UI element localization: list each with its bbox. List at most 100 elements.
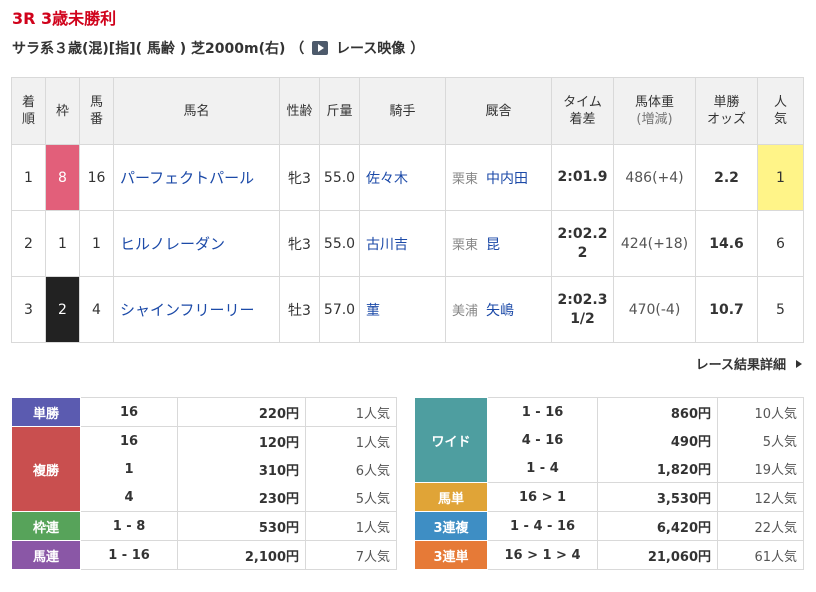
- video-play-icon[interactable]: [312, 41, 329, 55]
- bet-type-label: 複勝: [11, 426, 81, 512]
- time-cell: 2:02.3 1/2: [551, 276, 614, 343]
- margin: 1/2: [570, 310, 595, 327]
- sex-age-cell: 牡3: [279, 276, 320, 343]
- payout-popularity: 1人気: [305, 511, 397, 541]
- body-weight-cell: 486(+4): [613, 144, 696, 211]
- payout-row: ワイド 1 - 16 860円 10人気: [414, 397, 804, 483]
- header-sex-age: 性齢: [279, 77, 320, 145]
- payout-popularity: 22人気: [717, 511, 804, 541]
- payout-popularity: 7人気: [305, 540, 397, 570]
- result-row: 2 1 1 ヒルノレーダン 牝3 55.0 古川吉 栗東昆 2:02.2 2 424(+18) 14.…: [11, 210, 804, 277]
- trainer-cell: 栗東昆: [445, 210, 552, 277]
- trainer-region: 栗東: [452, 171, 479, 187]
- rank-cell: 1: [11, 144, 46, 211]
- bet-type-label: 馬連: [11, 540, 81, 570]
- payout-combination: 4 - 16: [487, 426, 598, 454]
- bet-type-label: ワイド: [414, 397, 488, 483]
- trainer-link[interactable]: 昆: [486, 237, 500, 253]
- time-cell: 2:01.9: [551, 144, 614, 211]
- payout-amount: 120円: [177, 426, 306, 455]
- payout-amount: 310円: [177, 455, 306, 483]
- payout-popularity: 61人気: [717, 540, 804, 570]
- trainer-link[interactable]: 中内田: [486, 171, 528, 187]
- payout-popularity: 10人気: [717, 397, 804, 426]
- payout-amount: 3,530円: [597, 482, 718, 512]
- jockey-link[interactable]: 古川吉: [359, 210, 446, 277]
- payout-combination: 16: [80, 426, 178, 455]
- payout-popularity: 5人気: [305, 483, 397, 512]
- weight-carried-cell: 55.0: [319, 210, 360, 277]
- waku-cell: 2: [45, 276, 80, 343]
- horse-number-cell: 1: [79, 210, 114, 277]
- body-weight-cell: 424(+18): [613, 210, 696, 277]
- rank-cell: 3: [11, 276, 46, 343]
- finish-time: 2:02.3: [557, 291, 608, 308]
- horse-name-link[interactable]: シャインフリーリー: [113, 276, 280, 343]
- race-video-link[interactable]: レース映像: [336, 41, 405, 57]
- payout-combination: 1 - 4 - 16: [487, 511, 598, 541]
- header-horse-name: 馬名: [113, 77, 280, 145]
- header-waku: 枠: [45, 77, 80, 145]
- payout-amount: 230円: [177, 483, 306, 512]
- payout-row: 枠連 1 - 8 530円 1人気: [11, 511, 397, 541]
- conditions-close: ）: [410, 41, 425, 57]
- trainer-cell: 美浦 矢嶋: [445, 276, 552, 343]
- header-time: タイム 着差: [551, 77, 614, 145]
- header-body-weight: 馬体重 (増減): [613, 77, 696, 145]
- bet-type-label: 3連複: [414, 511, 488, 541]
- payout-row: 馬連 1 - 16 2,100円 7人気: [11, 540, 397, 570]
- payout-combination: 16: [80, 397, 178, 427]
- time-cell: 2:02.2 2: [551, 210, 614, 277]
- payout-popularity: 19人気: [717, 454, 804, 483]
- payout-combination: 1 - 8: [80, 511, 178, 541]
- race-result-detail-link[interactable]: レース結果詳細: [696, 354, 802, 373]
- chevron-right-icon: [796, 360, 802, 368]
- weight-carried-cell: 55.0: [319, 144, 360, 211]
- jockey-link[interactable]: 菫: [359, 276, 446, 343]
- sex-age-cell: 牝3: [279, 210, 320, 277]
- payout-amount: 1,820円: [597, 454, 718, 483]
- popularity-cell: 1: [757, 144, 804, 211]
- bet-type-label: 枠連: [11, 511, 81, 541]
- header-odds: 単勝 オッズ: [695, 77, 758, 145]
- payout-combination: 1 - 4: [487, 454, 598, 483]
- margin: 2: [577, 244, 588, 261]
- finish-time: 2:01.9: [557, 169, 608, 185]
- payout-combination: 1 - 16: [80, 540, 178, 570]
- payout-amount: 6,420円: [597, 511, 718, 541]
- payout-combination: 1 - 16: [487, 397, 598, 426]
- header-jockey: 騎手: [359, 77, 446, 145]
- payout-row: 3連複 1 - 4 - 16 6,420円 22人気: [414, 511, 804, 541]
- odds-cell: 10.7: [695, 276, 758, 343]
- payout-row: 単勝 16 220円 1人気: [11, 397, 397, 427]
- trainer-region: 美浦: [452, 303, 479, 319]
- payout-table-right: ワイド 1 - 16 860円 10人気 4 - 16 490円 5人気 1 - 4 1,820…: [414, 397, 804, 570]
- payout-popularity: 6人気: [305, 455, 397, 483]
- result-row: 1 8 16 パーフェクトパール 牝3 55.0 佐々木 栗東 中内田 2:01.9 486(+4)…: [11, 144, 804, 211]
- horse-name-link[interactable]: ヒルノレーダン: [113, 210, 280, 277]
- trainer-region: 栗東: [452, 237, 479, 253]
- weight-carried-cell: 57.0: [319, 276, 360, 343]
- header-popularity: 人気: [757, 77, 804, 145]
- payout-combination: 16 > 1 > 4: [487, 540, 598, 570]
- rank-cell: 2: [11, 210, 46, 277]
- payout-amount: 860円: [597, 397, 718, 426]
- waku-cell: 1: [45, 210, 80, 277]
- payout-row: 3連単 16 > 1 > 4 21,060円 61人気: [414, 540, 804, 570]
- header-trainer: 厩舎: [445, 77, 552, 145]
- jockey-link[interactable]: 佐々木: [359, 144, 446, 211]
- body-weight-cell: 470(-4): [613, 276, 696, 343]
- horse-name-link[interactable]: パーフェクトパール: [113, 144, 280, 211]
- payout-amount: 220円: [177, 397, 306, 427]
- waku-cell: 8: [45, 144, 80, 211]
- odds-cell: 14.6: [695, 210, 758, 277]
- payout-combination: 4: [80, 483, 178, 512]
- header-weight-carried: 斤量: [319, 77, 360, 145]
- payout-popularity: 12人気: [717, 482, 804, 512]
- horse-number-cell: 16: [79, 144, 114, 211]
- odds-cell: 2.2: [695, 144, 758, 211]
- payout-amount: 530円: [177, 511, 306, 541]
- payout-row: 複勝 16 120円 1人気: [11, 426, 397, 512]
- popularity-cell: 5: [757, 276, 804, 343]
- trainer-link[interactable]: 矢嶋: [486, 303, 514, 319]
